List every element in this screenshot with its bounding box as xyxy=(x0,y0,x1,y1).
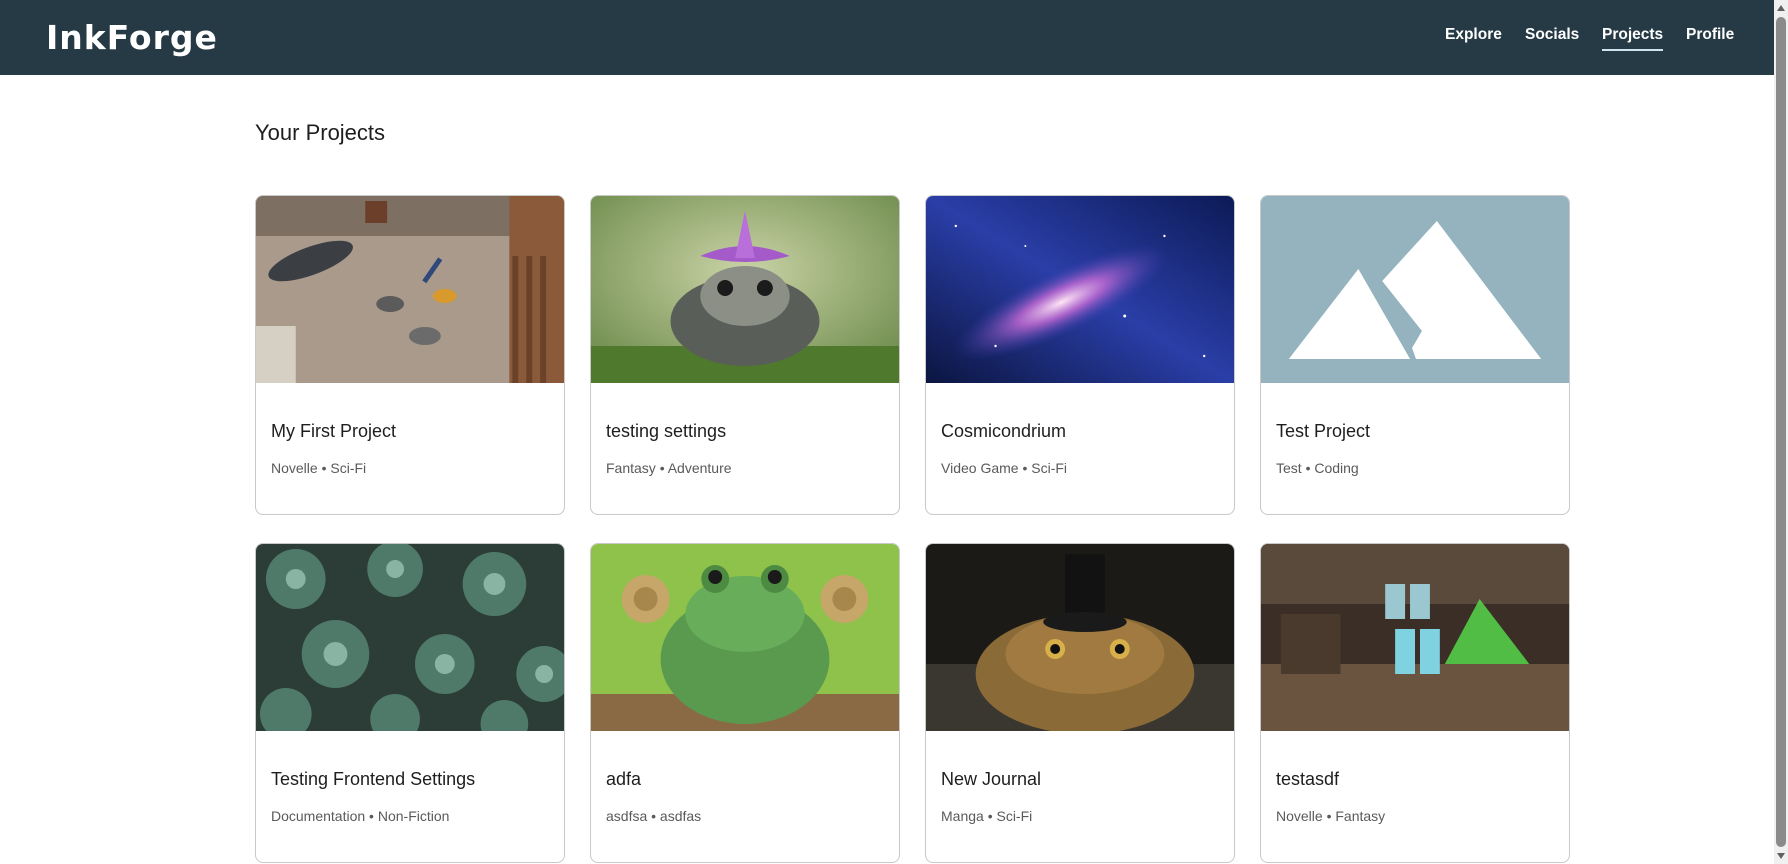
top-navbar: InkForge Explore Socials Projects Profil… xyxy=(0,0,1774,75)
nav-explore-link[interactable]: Explore xyxy=(1445,26,1502,44)
project-title: adfa xyxy=(606,769,642,789)
scrollbar-thumb[interactable] xyxy=(1776,17,1786,847)
project-card[interactable]: Cosmicondrium Video Game • Sci-Fi xyxy=(925,195,1235,515)
project-tags: Fantasy • Adventure xyxy=(606,460,732,476)
project-card[interactable]: testasdf Novelle • Fantasy xyxy=(1260,543,1570,863)
project-cover-image xyxy=(926,544,1234,731)
project-cover-image xyxy=(591,196,899,383)
project-title: testing settings xyxy=(606,421,727,441)
project-tags: Manga • Sci-Fi xyxy=(941,808,1033,824)
project-card[interactable]: testing settings Fantasy • Adventure xyxy=(590,195,900,515)
project-tags: Novelle • Sci-Fi xyxy=(271,460,367,476)
page-scrollbar[interactable] xyxy=(1774,0,1788,864)
project-cover-image xyxy=(1261,544,1569,731)
nav-projects-link[interactable]: Projects xyxy=(1602,26,1664,51)
project-card[interactable]: Test Project Test • Coding xyxy=(1260,195,1570,515)
project-title: My First Project xyxy=(271,421,397,441)
project-card[interactable]: adfa asdfsa • asdfas xyxy=(590,543,900,863)
project-title: Testing Frontend Settings xyxy=(271,769,476,789)
project-title: testasdf xyxy=(1276,769,1340,789)
project-cover-image xyxy=(591,544,899,731)
nav-socials-link[interactable]: Socials xyxy=(1525,26,1579,44)
project-tags: Video Game • Sci-Fi xyxy=(941,460,1068,476)
project-tags: asdfsa • asdfas xyxy=(606,808,702,824)
project-tags: Test • Coding xyxy=(1276,460,1359,476)
project-cover-image xyxy=(256,544,564,731)
project-title: New Journal xyxy=(941,769,1042,789)
project-card[interactable]: My First Project Novelle • Sci-Fi xyxy=(255,195,565,515)
project-cover-image xyxy=(926,196,1234,383)
scroll-up-arrow-icon[interactable] xyxy=(1777,5,1785,11)
app-logo[interactable]: InkForge xyxy=(46,18,218,57)
project-title: Cosmicondrium xyxy=(941,421,1067,441)
project-tags: Novelle • Fantasy xyxy=(1276,808,1386,824)
placeholder-image-icon xyxy=(1261,196,1569,383)
project-tags: Documentation • Non-Fiction xyxy=(271,808,450,824)
project-title: Test Project xyxy=(1276,421,1371,441)
nav-profile-link[interactable]: Profile xyxy=(1686,26,1734,44)
page-title: Your Projects xyxy=(255,120,386,145)
scroll-down-arrow-icon[interactable] xyxy=(1777,853,1785,859)
project-cover-image xyxy=(256,196,564,383)
project-card[interactable]: Testing Frontend Settings Documentation … xyxy=(255,543,565,863)
project-card[interactable]: New Journal Manga • Sci-Fi xyxy=(925,543,1235,863)
